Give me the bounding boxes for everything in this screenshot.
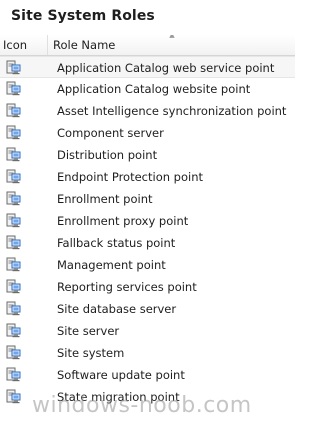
list-header: Icon Role Name ▲ [0, 35, 295, 56]
list-item[interactable]: Site server [0, 320, 295, 342]
list-item[interactable]: Distribution point [0, 144, 295, 166]
server-role-icon [6, 212, 23, 229]
list-item[interactable]: Management point [0, 254, 295, 276]
server-role-icon [6, 102, 23, 119]
server-role-icon [6, 59, 23, 76]
column-header-icon[interactable]: Icon [0, 35, 48, 55]
role-name: Site database server [57, 302, 177, 316]
server-role-icon [6, 256, 23, 273]
roles-list: Icon Role Name ▲ Application Catalog web… [0, 35, 295, 424]
list-item[interactable]: Application Catalog website point [0, 78, 295, 100]
role-name: Enrollment proxy point [57, 214, 189, 228]
role-rows: Application Catalog web service point App… [0, 56, 295, 408]
role-name: Component server [57, 126, 164, 140]
server-role-icon [6, 234, 23, 251]
role-name: Software update point [57, 368, 185, 382]
role-name: State migration point [57, 390, 180, 404]
role-name: Enrollment point [57, 192, 153, 206]
server-role-icon [6, 278, 23, 295]
role-name: Site system [57, 346, 125, 360]
server-role-icon [6, 388, 23, 405]
role-name: Fallback status point [57, 236, 176, 250]
role-name: Application Catalog web service point [57, 61, 275, 75]
role-name: Application Catalog website point [57, 82, 251, 96]
server-role-icon [6, 322, 23, 339]
server-role-icon [6, 124, 23, 141]
list-item[interactable]: Site database server [0, 298, 295, 320]
list-item[interactable]: Enrollment proxy point [0, 210, 295, 232]
list-item[interactable]: Asset Intelligence synchronization point [0, 100, 295, 122]
list-item[interactable]: Endpoint Protection point [0, 166, 295, 188]
role-name: Management point [57, 258, 166, 272]
list-item[interactable]: Component server [0, 122, 295, 144]
sort-ascending-icon: ▲ [169, 35, 175, 39]
list-item[interactable]: Reporting services point [0, 276, 295, 298]
server-role-icon [6, 168, 23, 185]
list-item[interactable]: Enrollment point [0, 188, 295, 210]
site-system-roles-panel: Site System Roles Icon Role Name ▲ Appli… [0, 0, 295, 424]
column-header-role-name-label: Role Name [53, 38, 116, 52]
role-name: Endpoint Protection point [57, 170, 204, 184]
role-name: Distribution point [57, 148, 158, 162]
role-name: Asset Intelligence synchronization point [57, 104, 287, 118]
server-role-icon [6, 366, 23, 383]
list-item[interactable]: Software update point [0, 364, 295, 386]
list-item[interactable]: Site system [0, 342, 295, 364]
role-name: Reporting services point [57, 280, 197, 294]
list-item[interactable]: Fallback status point [0, 232, 295, 254]
server-role-icon [6, 190, 23, 207]
list-item[interactable]: Application Catalog web service point [0, 56, 295, 78]
server-role-icon [6, 146, 23, 163]
server-role-icon [6, 300, 23, 317]
panel-title: Site System Roles [11, 8, 155, 24]
list-item[interactable]: State migration point [0, 386, 295, 408]
role-name: Site server [57, 324, 120, 338]
server-role-icon [6, 344, 23, 361]
server-role-icon [6, 80, 23, 97]
